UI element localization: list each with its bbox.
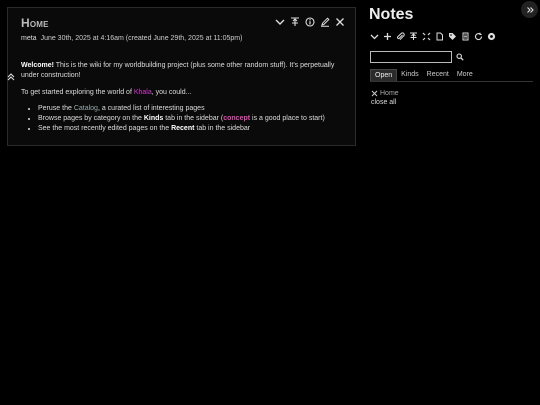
modifier-link[interactable]: meta — [21, 35, 37, 42]
close-all-button[interactable]: close all — [371, 99, 399, 106]
b3-pre: See the most recently edited pages on th… — [38, 125, 172, 132]
recent-bold: Recent — [171, 125, 195, 132]
welcome-paragraph: Welcome! This is the wiki for my worldbu… — [21, 61, 351, 81]
sidebar-tabs: Open Kinds Recent More — [370, 69, 533, 82]
concept-tag[interactable]: concept — [223, 115, 250, 122]
sidebar-toolbar — [370, 31, 496, 42]
refresh-icon[interactable] — [474, 31, 483, 42]
tab-open[interactable]: Open — [370, 69, 398, 81]
tiddler-body: Welcome! This is the wiki for my worldbu… — [21, 61, 351, 134]
tab-recent[interactable]: Recent — [423, 69, 453, 81]
list-item: Browse pages by category on the Kinds ta… — [38, 114, 351, 124]
edit-icon[interactable] — [320, 16, 330, 28]
kinds-bold: Kinds — [143, 115, 164, 122]
page-icon[interactable] — [461, 31, 470, 42]
tiddler-title-text[interactable]: Home — [21, 16, 49, 30]
search-row — [370, 51, 464, 63]
chevron-down-icon[interactable] — [275, 16, 285, 28]
fold-all-icon[interactable] — [409, 31, 418, 42]
search-input[interactable] — [370, 51, 452, 63]
subtitle-dates: June 30th, 2025 at 4:16am (created June … — [40, 35, 243, 42]
info-icon[interactable] — [305, 16, 315, 28]
tab-more[interactable]: More — [453, 69, 477, 81]
b2-pre: Browse pages by category on the — [38, 115, 144, 122]
list-item: See the most recently edited pages on th… — [38, 124, 351, 134]
sidebar-toggle-button[interactable] — [521, 1, 538, 18]
b1-pre: Peruse the — [38, 105, 74, 112]
list-item: Peruse the Catalog, a curated list of in… — [38, 104, 351, 114]
intro-post: , you could... — [151, 89, 192, 96]
fold-others-icon[interactable] — [290, 16, 300, 28]
start-list: Peruse the Catalog, a curated list of in… — [21, 104, 351, 134]
tiddler-home: Home meta June 30th, 2025 at 4:16am (crea… — [7, 7, 356, 146]
new-tiddler-icon[interactable] — [383, 31, 392, 42]
list-item: Home — [371, 88, 399, 98]
unfold-all-icon[interactable] — [422, 31, 431, 42]
new-journal-icon[interactable] — [435, 31, 444, 42]
khala-link[interactable]: Khala — [134, 89, 152, 96]
palette-icon[interactable] — [487, 31, 496, 42]
tiddler-subtitle: meta June 30th, 2025 at 4:16am (created J… — [21, 35, 242, 42]
site-title: Notes — [369, 6, 414, 23]
catalog-link[interactable]: Catalog — [74, 105, 98, 112]
welcome-text: This is the wiki for my worldbuilding pr… — [21, 62, 335, 79]
tag-icon[interactable] — [448, 31, 457, 42]
open-item-home[interactable]: Home — [380, 90, 399, 97]
fold-bar-icon[interactable] — [7, 73, 15, 81]
tiddler-controls — [275, 16, 345, 28]
attach-icon[interactable] — [396, 31, 405, 42]
b3-post: tab in the sidebar — [194, 125, 251, 132]
b2-mid: tab in the sidebar ( — [163, 115, 224, 122]
b1-post: , a curated list of interesting pages — [97, 105, 205, 112]
search-icon[interactable] — [456, 53, 464, 61]
tiddler-title[interactable]: Home — [21, 16, 49, 30]
b2-post: is a good place to start) — [250, 115, 325, 122]
tab-kinds[interactable]: Kinds — [397, 69, 423, 81]
welcome-bold: Welcome! — [21, 62, 54, 69]
open-list: Home close all — [371, 88, 399, 107]
chevron-down-icon[interactable] — [370, 31, 379, 42]
close-icon[interactable] — [371, 90, 378, 97]
intro-paragraph: To get started exploring the world of Kh… — [21, 88, 351, 98]
intro-pre: To get started exploring the world of — [21, 89, 134, 96]
close-icon[interactable] — [335, 16, 345, 28]
